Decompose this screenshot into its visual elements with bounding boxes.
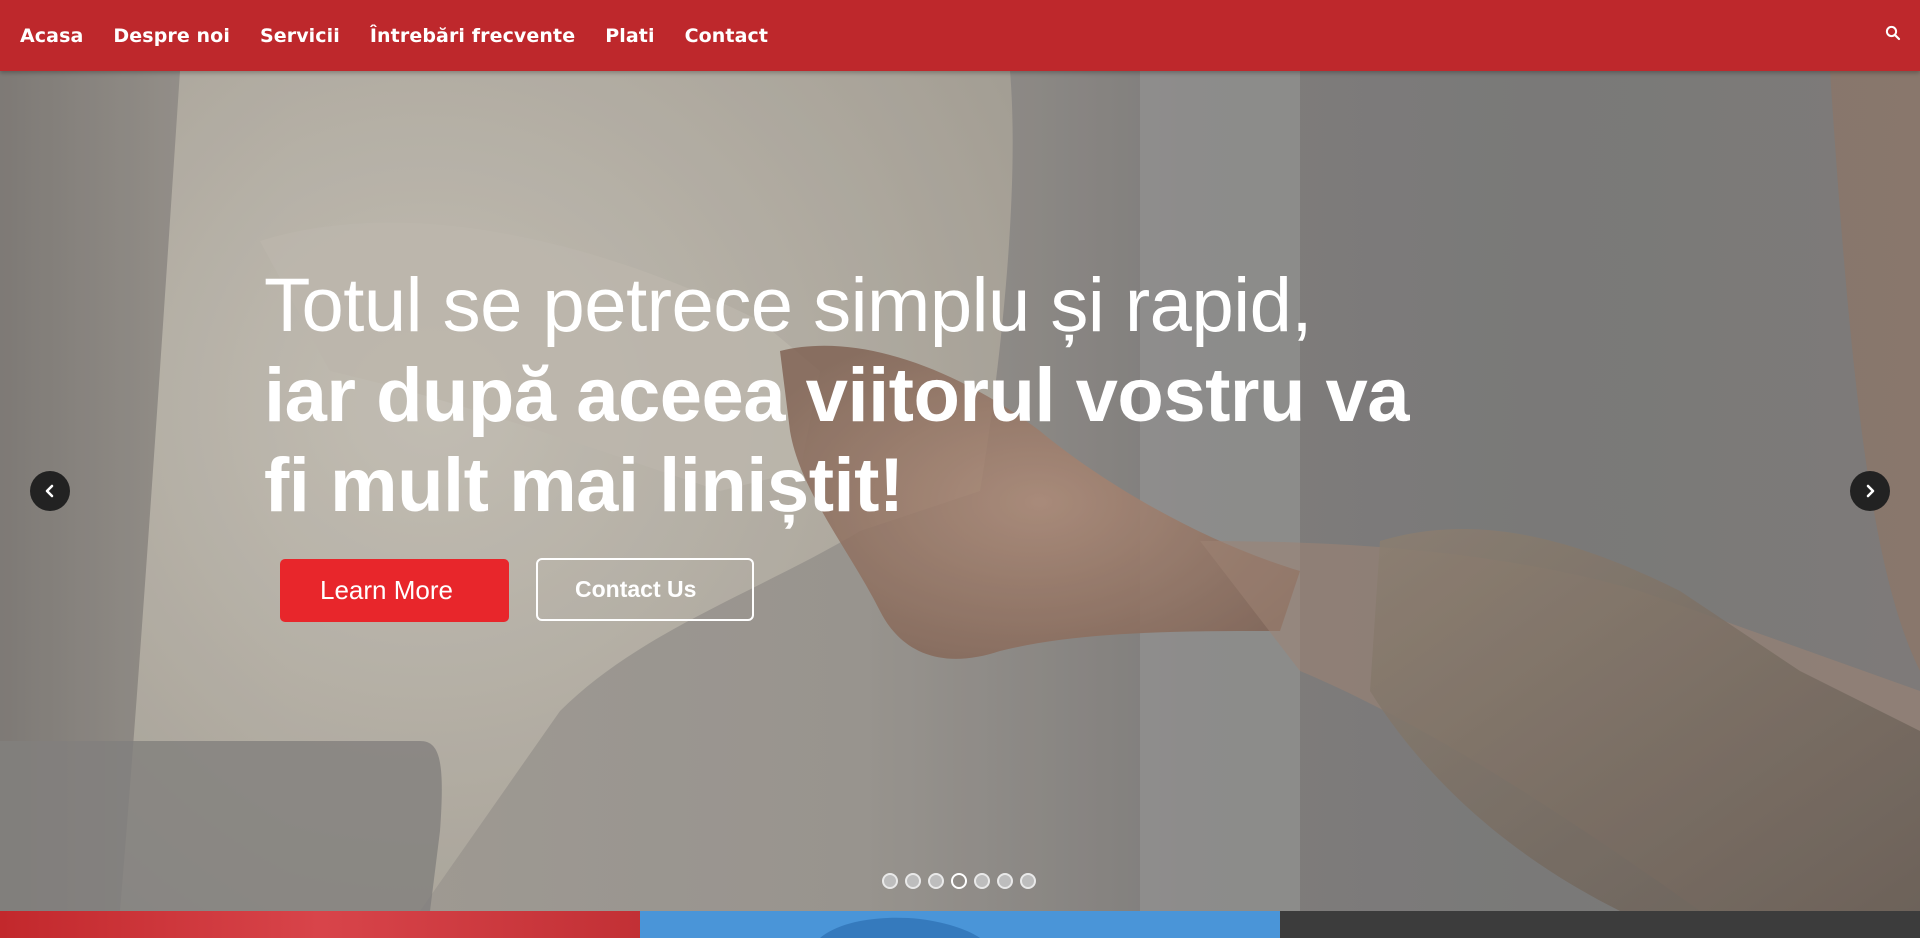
learn-more-button[interactable]: Learn More bbox=[280, 559, 509, 622]
slider-next-button[interactable] bbox=[1850, 471, 1890, 511]
slider-dot-2[interactable] bbox=[905, 873, 921, 889]
hero-headline-line-3: fi mult mai liniștit! bbox=[264, 443, 904, 528]
hero-headline-line-2: iar după aceea viitorul vostru va bbox=[264, 353, 1410, 438]
chevron-left-icon bbox=[45, 484, 54, 498]
feature-strip-image bbox=[820, 917, 980, 938]
slider-prev-button[interactable] bbox=[30, 471, 70, 511]
nav-item-contact[interactable]: Contact bbox=[685, 25, 768, 47]
contact-us-button[interactable]: Contact Us bbox=[536, 558, 754, 621]
nav-item-despre-noi[interactable]: Despre noi bbox=[113, 25, 230, 47]
top-navigation: Acasa Despre noi Servicii Întrebări frec… bbox=[0, 0, 1920, 71]
feature-strips bbox=[0, 911, 1920, 938]
hero-slider: Totul se petrece simplu și rapid, iar du… bbox=[0, 71, 1920, 911]
nav-item-plati[interactable]: Plati bbox=[605, 25, 654, 47]
slider-dot-4[interactable] bbox=[951, 873, 967, 889]
nav-item-intrebari-frecvente[interactable]: Întrebări frecvente bbox=[370, 25, 575, 47]
feature-strip-blue bbox=[640, 911, 1280, 938]
nav-item-servicii[interactable]: Servicii bbox=[260, 25, 340, 47]
slider-dot-7[interactable] bbox=[1020, 873, 1036, 889]
hero-headline: Totul se petrece simplu și rapid, iar du… bbox=[264, 261, 1410, 531]
slider-dot-5[interactable] bbox=[974, 873, 990, 889]
nav-item-acasa[interactable]: Acasa bbox=[20, 25, 83, 47]
search-icon[interactable] bbox=[1884, 24, 1902, 42]
slider-pagination bbox=[882, 873, 1036, 889]
slider-dot-1[interactable] bbox=[882, 873, 898, 889]
hero-headline-line-1: Totul se petrece simplu și rapid, bbox=[264, 263, 1312, 348]
feature-strip-dark bbox=[1280, 911, 1920, 938]
feature-strip-red bbox=[0, 911, 640, 938]
slider-dot-6[interactable] bbox=[997, 873, 1013, 889]
chevron-right-icon bbox=[1866, 484, 1875, 498]
slider-dot-3[interactable] bbox=[928, 873, 944, 889]
